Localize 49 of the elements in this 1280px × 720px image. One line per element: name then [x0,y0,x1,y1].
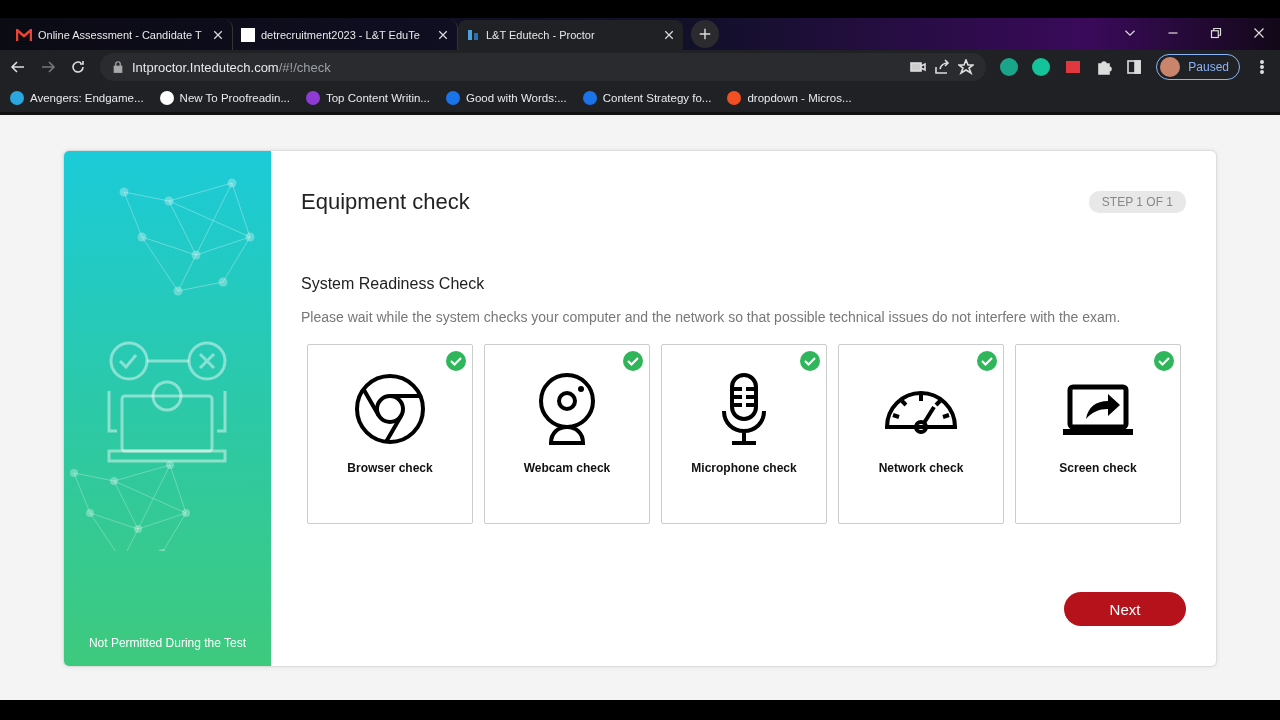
bookmark[interactable]: Top Content Writin... [305,91,430,105]
page-icon [241,28,255,42]
check-label: Network check [878,461,964,475]
bookmark[interactable]: Content Strategy fo... [582,91,712,105]
reload-icon[interactable] [70,59,86,75]
check-label: Browser check [347,461,433,475]
check-label: Webcam check [523,461,611,475]
mail-icon [16,29,32,41]
bookmark[interactable]: New To Proofreadin... [159,91,290,105]
microphone-icon [720,373,768,445]
camera-icon[interactable] [910,59,927,75]
tab-title: detrecruitment2023 - L&T EduTe [261,29,421,41]
close-icon[interactable] [437,29,449,41]
new-tab-button[interactable] [691,20,719,48]
close-icon[interactable] [212,29,224,41]
browser-tab[interactable]: L&T Edutech - Proctor [458,20,683,50]
extension-icon[interactable] [1000,58,1019,76]
bookmark[interactable]: Avengers: Endgame... [10,91,144,105]
extension-icon[interactable] [1032,58,1051,76]
bookmark[interactable]: dropdown - Micros... [727,91,852,105]
step-badge: STEP 1 OF 1 [1088,191,1186,213]
back-arrow-icon[interactable] [10,59,26,75]
lock-icon[interactable] [112,61,124,73]
sidebar-icon[interactable] [1126,59,1143,75]
logo-icon [466,28,480,42]
restore-icon[interactable] [1209,27,1222,39]
description: Please wait while the system checks your computer and the network so that possible technical issues do not interfere with the exam. [301,309,1122,325]
extension-icon[interactable] [1064,58,1083,76]
puzzle-icon[interactable] [1096,59,1113,75]
close-icon[interactable] [663,29,675,41]
browser-icon [354,373,426,445]
page-title: Equipment check [301,189,470,215]
section-title: System Readiness Check [301,275,486,293]
avatar [1160,57,1181,77]
forward-arrow-icon[interactable] [40,59,56,75]
sidebar-note: Not Permitted During the Test [88,636,247,650]
star-icon[interactable] [958,59,975,75]
close-icon[interactable] [1252,27,1265,39]
webcam-icon [537,373,597,445]
bookmark[interactable]: Good with Words:... [445,91,567,105]
share-icon[interactable] [934,59,951,75]
check-label: Microphone check [691,461,797,475]
url-text: Intproctor.Intedutech.com/#!/check [132,59,331,75]
address-bar[interactable]: Intproctor.Intedutech.com/#!/check [100,53,987,81]
tab-title: L&T Edutech - Proctor [486,29,596,41]
tab-title: Online Assessment - Candidate T [38,29,203,41]
check-label: Screen check [1059,461,1137,475]
next-button[interactable]: Next [1064,592,1186,626]
plus-icon[interactable] [698,27,712,41]
